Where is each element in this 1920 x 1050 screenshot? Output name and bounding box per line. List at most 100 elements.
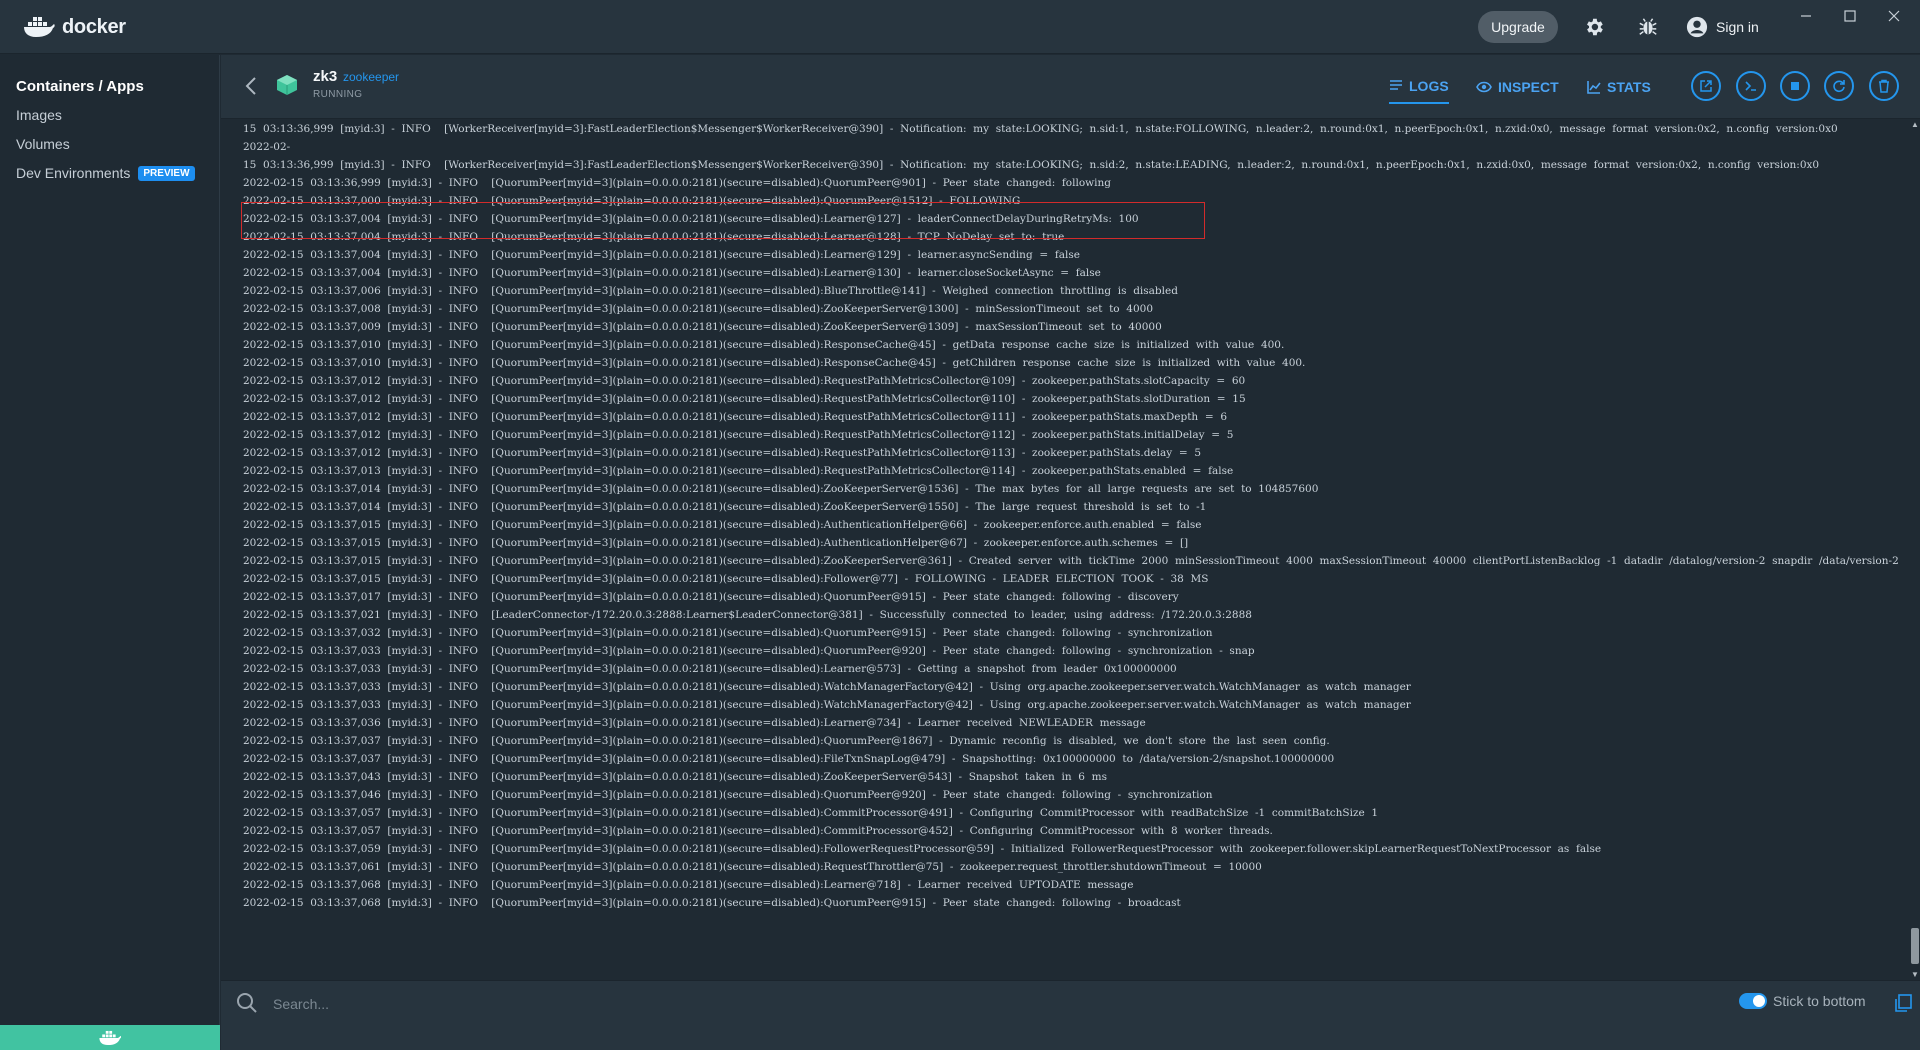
open-external-icon bbox=[1700, 80, 1712, 92]
tab-inspect[interactable]: INSPECT bbox=[1476, 70, 1559, 104]
tab-logs[interactable]: LOGS bbox=[1389, 70, 1449, 104]
log-line: 2022-02-15 03:13:37,012 [myid:3] - INFO … bbox=[243, 393, 1246, 405]
minimize-icon bbox=[1801, 15, 1811, 17]
log-line: 15 03:13:36,999 [myid:3] - INFO [WorkerR… bbox=[243, 159, 1820, 171]
log-line: 2022-02-15 03:13:37,033 [myid:3] - INFO … bbox=[243, 699, 1411, 711]
chevron-left-icon bbox=[245, 77, 256, 95]
log-line: 2022-02-15 03:13:37,046 [myid:3] - INFO … bbox=[243, 789, 1213, 801]
log-line: 2022-02-15 03:13:37,010 [myid:3] - INFO … bbox=[243, 339, 1285, 351]
container-status: RUNNING bbox=[313, 89, 363, 100]
log-line: 2022-02-15 03:13:37,015 [myid:3] - INFO … bbox=[243, 519, 1202, 531]
restart-icon bbox=[1833, 80, 1845, 93]
chart-icon bbox=[1587, 81, 1601, 94]
upgrade-button[interactable]: Upgrade bbox=[1478, 11, 1558, 43]
log-line: 2022-02-15 03:13:37,012 [myid:3] - INFO … bbox=[243, 411, 1228, 423]
log-line: 2022-02-15 03:13:37,033 [myid:3] - INFO … bbox=[243, 663, 1177, 675]
eye-icon bbox=[1476, 81, 1492, 93]
log-line: 2022-02-15 03:13:37,061 [myid:3] - INFO … bbox=[243, 861, 1262, 873]
log-line: 2022-02-15 03:13:37,008 [myid:3] - INFO … bbox=[243, 303, 1154, 315]
log-line: 15 03:13:36,999 [myid:3] - INFO [WorkerR… bbox=[243, 123, 1838, 135]
settings-button[interactable] bbox=[1580, 13, 1608, 41]
preview-badge: PREVIEW bbox=[138, 165, 195, 181]
list-icon bbox=[1390, 80, 1402, 90]
tab-label: LOGS bbox=[1409, 78, 1449, 94]
container-image-link[interactable]: zookeeper bbox=[343, 70, 399, 84]
sidebar-item-label: Dev Environments bbox=[16, 165, 131, 181]
log-line: 2022-02-15 03:13:37,010 [myid:3] - INFO … bbox=[243, 357, 1306, 369]
log-scrollbar[interactable]: ▲ ▼ bbox=[1910, 120, 1920, 980]
back-button[interactable] bbox=[241, 71, 261, 101]
engine-status-bar[interactable] bbox=[0, 1025, 220, 1050]
open-in-browser-button[interactable] bbox=[1691, 71, 1721, 101]
sidebar-item-images[interactable]: Images bbox=[16, 104, 62, 126]
log-line: 2022-02-15 03:13:37,037 [myid:3] - INFO … bbox=[243, 753, 1335, 765]
docker-whale-icon bbox=[99, 1030, 122, 1045]
log-line: 2022-02-15 03:13:37,004 [myid:3] - INFO … bbox=[243, 249, 1080, 261]
log-line: 2022-02-15 03:13:37,012 [myid:3] - INFO … bbox=[243, 429, 1234, 441]
maximize-button[interactable] bbox=[1838, 6, 1862, 26]
toggle-switch[interactable] bbox=[1739, 993, 1767, 1009]
copy-logs-button[interactable] bbox=[1893, 993, 1915, 1015]
log-line: 2022-02-15 03:13:37,037 [myid:3] - INFO … bbox=[243, 735, 1330, 747]
copy-icon bbox=[1895, 994, 1912, 1012]
minimize-button[interactable] bbox=[1794, 6, 1818, 26]
log-line: 2022-02-15 03:13:37,004 [myid:3] - INFO … bbox=[243, 267, 1101, 279]
log-footer: Stick to bottom bbox=[221, 980, 1920, 1050]
highlight-annotation bbox=[241, 202, 1205, 239]
restart-button[interactable] bbox=[1824, 71, 1854, 101]
stop-button[interactable] bbox=[1780, 71, 1810, 101]
log-line: 2022-02-15 03:13:37,015 [myid:3] - INFO … bbox=[243, 555, 1899, 567]
sign-in-label: Sign in bbox=[1716, 19, 1759, 35]
troubleshoot-button[interactable] bbox=[1634, 13, 1662, 41]
scroll-up-arrow[interactable]: ▲ bbox=[1911, 120, 1919, 130]
log-line: 2022-02-15 03:13:37,043 [myid:3] - INFO … bbox=[243, 771, 1107, 783]
toggle-knob bbox=[1753, 995, 1765, 1007]
scroll-down-arrow[interactable]: ▼ bbox=[1911, 970, 1919, 980]
delete-button[interactable] bbox=[1869, 71, 1899, 101]
search-input[interactable] bbox=[273, 991, 773, 1017]
container-header: zk3 zookeeper RUNNING LOGS INSPECT STATS bbox=[221, 55, 1920, 119]
log-line: 2022-02-15 03:13:37,014 [myid:3] - INFO … bbox=[243, 483, 1319, 495]
log-line: 2022-02-15 03:13:37,057 [myid:3] - INFO … bbox=[243, 825, 1273, 837]
cli-button[interactable] bbox=[1736, 71, 1766, 101]
sidebar: Containers / Apps Images Volumes Dev Env… bbox=[0, 55, 220, 1050]
log-line: 2022-02-15 03:13:37,036 [myid:3] - INFO … bbox=[243, 717, 1146, 729]
log-line: 2022-02-15 03:13:37,068 [myid:3] - INFO … bbox=[243, 879, 1134, 891]
tab-label: STATS bbox=[1607, 79, 1651, 95]
log-line: 2022-02-15 03:13:37,015 [myid:3] - INFO … bbox=[243, 573, 1209, 585]
maximize-icon bbox=[1844, 10, 1856, 22]
log-line: 2022-02-15 03:13:37,033 [myid:3] - INFO … bbox=[243, 681, 1411, 693]
log-line: 2022-02-15 03:13:37,015 [myid:3] - INFO … bbox=[243, 537, 1189, 549]
sidebar-item-containers-apps[interactable]: Containers / Apps bbox=[16, 75, 144, 97]
sign-in-button[interactable]: Sign in bbox=[1686, 13, 1759, 41]
close-icon bbox=[1888, 10, 1900, 22]
sidebar-item-label: Containers / Apps bbox=[16, 77, 144, 95]
log-line: 2022-02-15 03:13:37,006 [myid:3] - INFO … bbox=[243, 285, 1178, 297]
scroll-thumb[interactable] bbox=[1911, 928, 1919, 964]
log-line: 2022-02-15 03:13:37,057 [myid:3] - INFO … bbox=[243, 807, 1379, 819]
trash-icon bbox=[1879, 79, 1889, 93]
container-name: zk3 bbox=[313, 68, 338, 85]
terminal-icon bbox=[1745, 81, 1756, 91]
log-line: 2022-02-15 03:13:37,068 [myid:3] - INFO … bbox=[243, 897, 1181, 909]
log-line: 2022-02-15 03:13:37,012 [myid:3] - INFO … bbox=[243, 375, 1246, 387]
sidebar-item-dev-environments[interactable]: Dev Environments PREVIEW bbox=[16, 162, 195, 184]
search-icon bbox=[236, 992, 258, 1014]
log-viewer[interactable]: 15 03:13:36,999 [myid:3] - INFO [WorkerR… bbox=[221, 120, 1911, 980]
stick-to-bottom-label: Stick to bottom bbox=[1773, 993, 1866, 1009]
stick-to-bottom-toggle[interactable]: Stick to bottom bbox=[1739, 993, 1866, 1009]
stop-icon bbox=[1791, 82, 1799, 90]
log-line: 2022-02-15 03:13:37,017 [myid:3] - INFO … bbox=[243, 591, 1179, 603]
sidebar-item-label: Images bbox=[16, 107, 62, 123]
log-line: 2022-02-15 03:13:36,999 [myid:3] - INFO … bbox=[243, 177, 1111, 189]
sidebar-item-volumes[interactable]: Volumes bbox=[16, 133, 70, 155]
top-bar: docker Upgrade Sign in bbox=[0, 0, 1920, 54]
log-line: 2022-02-15 03:13:37,021 [myid:3] - INFO … bbox=[243, 609, 1252, 621]
tab-stats[interactable]: STATS bbox=[1587, 70, 1651, 104]
bug-icon bbox=[1639, 18, 1657, 35]
docker-whale-icon bbox=[24, 17, 55, 37]
container-cube-icon bbox=[277, 75, 297, 95]
tab-label: INSPECT bbox=[1498, 79, 1559, 95]
log-line: 2022-02-15 03:13:37,009 [myid:3] - INFO … bbox=[243, 321, 1162, 333]
close-window-button[interactable] bbox=[1882, 6, 1906, 26]
